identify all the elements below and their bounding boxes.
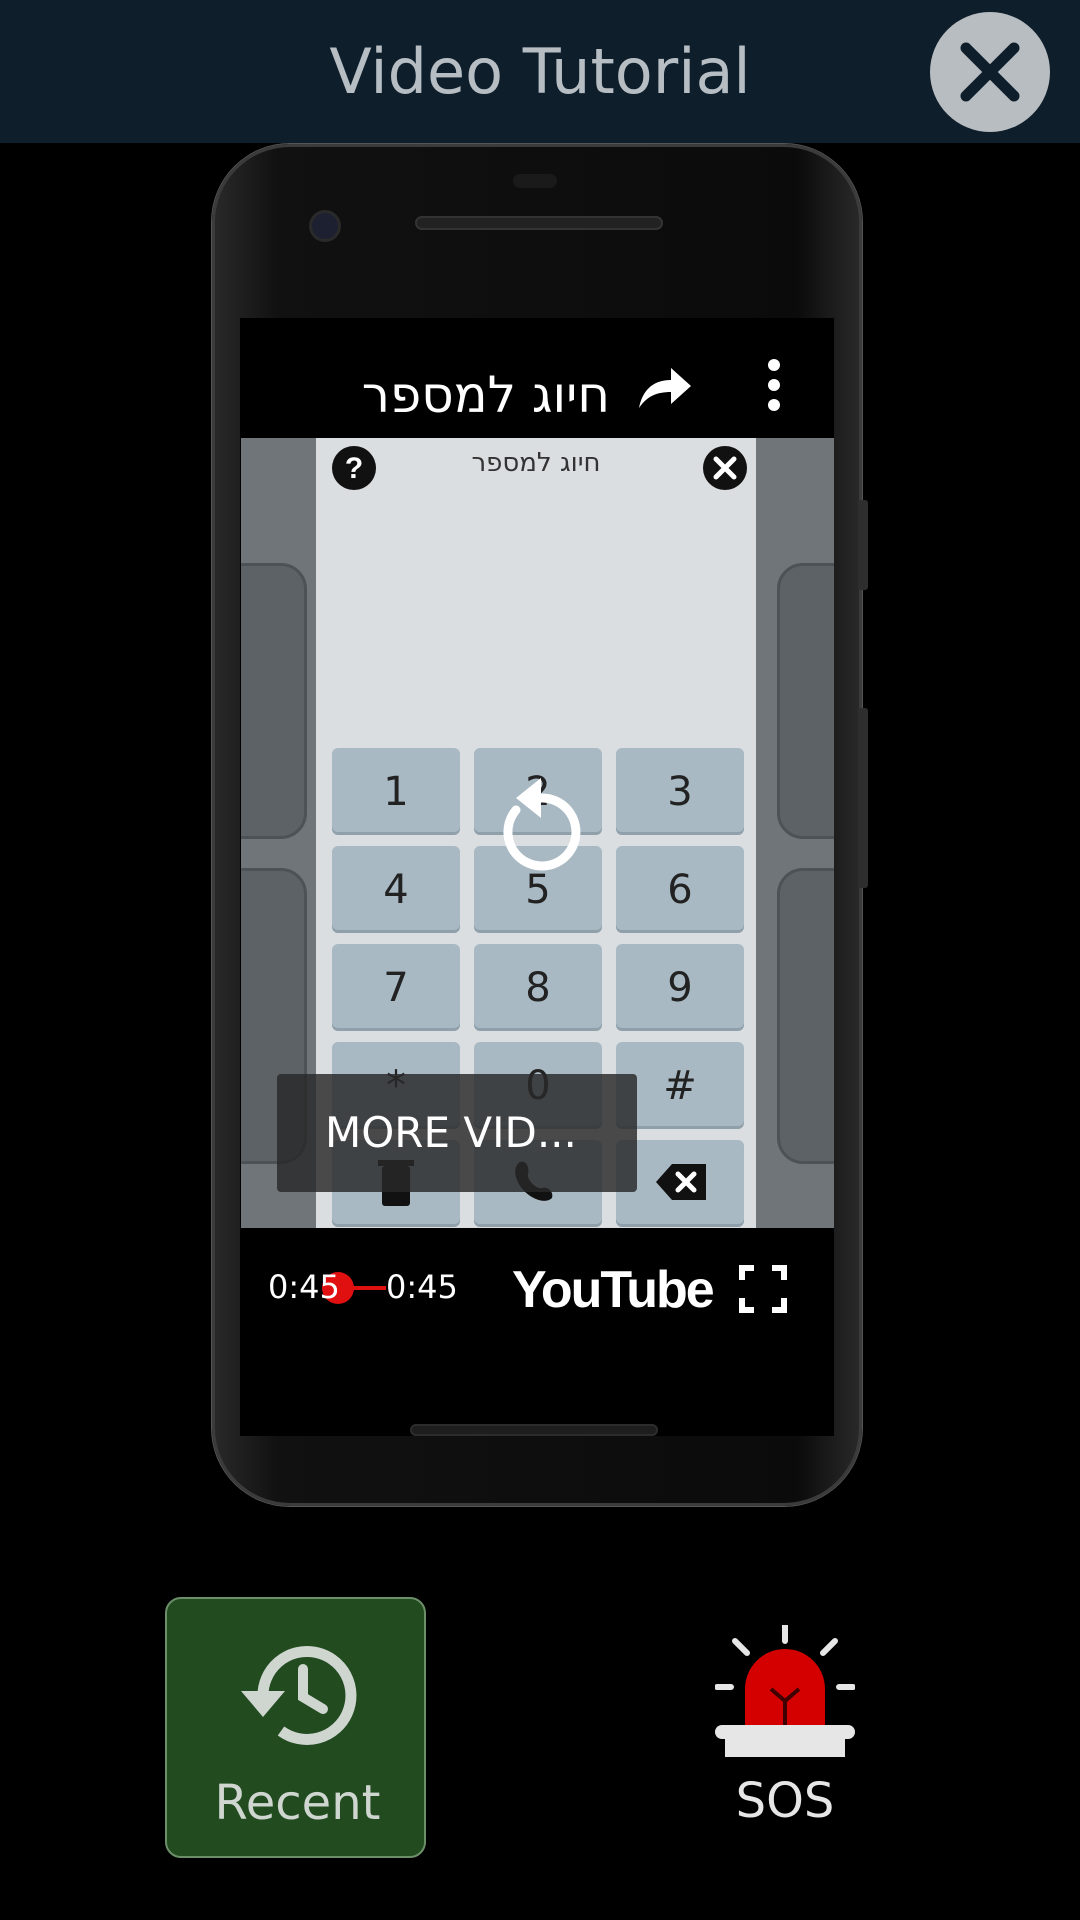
phone-sensor xyxy=(513,174,557,188)
phone-camera xyxy=(312,213,338,239)
more-vert-icon[interactable] xyxy=(760,355,788,415)
sos-label: SOS xyxy=(735,1773,835,1829)
phone-side-button xyxy=(858,500,868,590)
history-icon xyxy=(241,1645,357,1745)
page-title: Video Tutorial xyxy=(329,35,751,108)
recent-label: Recent xyxy=(214,1775,381,1831)
close-button[interactable] xyxy=(930,12,1050,132)
keypad-key: 9 xyxy=(616,944,744,1028)
keypad-key: 3 xyxy=(616,748,744,832)
background-card xyxy=(241,563,307,839)
time-current: 0:45 xyxy=(268,1268,340,1306)
app-header: Video Tutorial xyxy=(0,0,1080,143)
phone-earpiece xyxy=(415,216,663,230)
dialog-title: חיוג למספר xyxy=(471,448,601,478)
phone-speaker xyxy=(410,1424,658,1436)
keypad-key: 1 xyxy=(332,748,460,832)
share-icon[interactable] xyxy=(635,362,695,414)
background-card xyxy=(777,563,834,839)
keypad-key: 4 xyxy=(332,846,460,930)
keypad-key: 7 xyxy=(332,944,460,1028)
video-title[interactable]: חיוג למספר xyxy=(330,360,610,430)
time-total: 0:45 xyxy=(386,1268,458,1306)
background-card xyxy=(777,868,834,1164)
close-icon xyxy=(960,42,1020,102)
more-videos-button[interactable]: MORE VID... xyxy=(277,1074,637,1192)
dialog-close-icon xyxy=(703,446,747,490)
replay-icon[interactable] xyxy=(486,770,596,880)
sos-button[interactable]: SOS xyxy=(680,1597,890,1858)
youtube-logo[interactable]: YouTube xyxy=(512,1260,715,1320)
siren-icon xyxy=(715,1625,855,1757)
more-videos-label: MORE VID... xyxy=(325,1108,577,1157)
keypad-key: 6 xyxy=(616,846,744,930)
phone-volume-button xyxy=(858,708,868,888)
fullscreen-icon[interactable] xyxy=(738,1264,788,1314)
recent-button[interactable]: Recent xyxy=(165,1597,426,1858)
keypad-key: 8 xyxy=(474,944,602,1028)
